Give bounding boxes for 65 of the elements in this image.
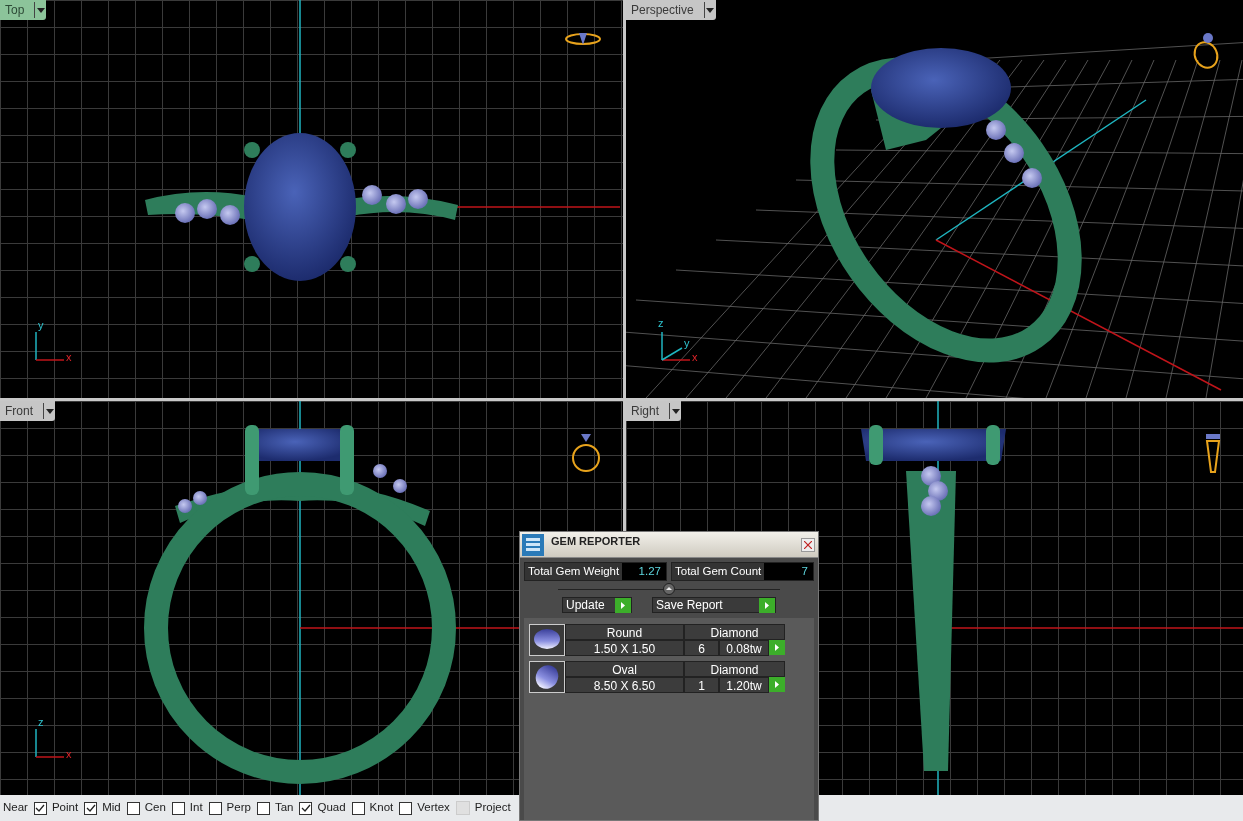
- osnap-label: Quad: [317, 800, 347, 816]
- check-icon: [300, 804, 311, 812]
- ring-orientation-icon: [1191, 32, 1221, 70]
- viewport-tab[interactable]: Top: [0, 0, 47, 20]
- osnap-label: Near: [3, 800, 29, 816]
- axis-label: z: [658, 318, 664, 329]
- osnap-label: Point: [51, 800, 80, 816]
- axis-label: y: [684, 338, 690, 349]
- axis-label: x: [66, 352, 72, 363]
- gem-icon: [533, 665, 561, 690]
- app-icon: [522, 533, 544, 556]
- viewport-tab[interactable]: Front: [0, 401, 55, 421]
- checkbox[interactable]: [171, 801, 185, 815]
- osnap-label: Cen: [144, 800, 167, 816]
- table-cell: 1.20tw: [719, 677, 769, 694]
- ring-orientation-icon: [1205, 433, 1221, 473]
- caret-icon: [706, 7, 715, 13]
- ring-orientation-icon: [571, 433, 601, 473]
- checkbox[interactable]: [256, 801, 270, 815]
- viewport-tab[interactable]: Perspective: [626, 0, 716, 20]
- table-cell: 0.08tw: [719, 640, 769, 657]
- play-icon: [769, 677, 785, 693]
- osnap-label: Int: [189, 800, 204, 816]
- table-cell: Diamond: [684, 661, 785, 678]
- caret-icon: [671, 408, 680, 414]
- check-icon: [35, 804, 46, 812]
- action-button[interactable]: Save Report: [652, 597, 776, 614]
- axis-label: x: [66, 749, 72, 760]
- osnap-label: Project: [474, 800, 512, 816]
- table-cell: Diamond: [684, 624, 785, 641]
- osnap-label: Knot: [369, 800, 395, 816]
- close-icon: [804, 540, 812, 549]
- table-cell: 1: [684, 677, 719, 694]
- checkbox[interactable]: [208, 801, 222, 815]
- check-icon: [85, 804, 96, 812]
- osnap-label: Vertex: [417, 800, 451, 816]
- osnap-label: Tan: [274, 800, 295, 816]
- checkbox[interactable]: [33, 801, 47, 815]
- play-button[interactable]: [769, 640, 785, 657]
- table-cell: 8.50 X 6.50: [565, 677, 684, 694]
- play-icon: [615, 597, 631, 613]
- checkbox[interactable]: [351, 801, 365, 815]
- axis-label: z: [38, 717, 44, 728]
- panel-title: GEM REPORTER: [551, 534, 642, 550]
- viewport-tab[interactable]: Right: [626, 401, 681, 421]
- action-button[interactable]: Update: [562, 597, 632, 614]
- caret-icon: [36, 7, 45, 13]
- table-cell: 1.50 X 1.50: [565, 640, 684, 657]
- table-cell: Oval: [565, 661, 684, 678]
- axis-label: y: [38, 320, 44, 331]
- play-button[interactable]: [769, 677, 785, 694]
- osnap-label: Mid: [102, 800, 122, 816]
- ring-orientation-icon: [565, 32, 601, 46]
- checkbox[interactable]: [399, 801, 413, 815]
- play-icon: [759, 597, 775, 613]
- osnap-label: Perp: [226, 800, 252, 816]
- play-icon: [769, 640, 785, 656]
- checkbox[interactable]: [126, 801, 140, 815]
- table-cell: 6: [684, 640, 719, 657]
- checkbox[interactable]: [84, 801, 98, 815]
- caret-icon: [45, 408, 54, 414]
- table-cell: Round: [565, 624, 684, 641]
- close-button[interactable]: [801, 537, 815, 552]
- checkbox[interactable]: [299, 801, 313, 815]
- axis-label: x: [692, 352, 698, 363]
